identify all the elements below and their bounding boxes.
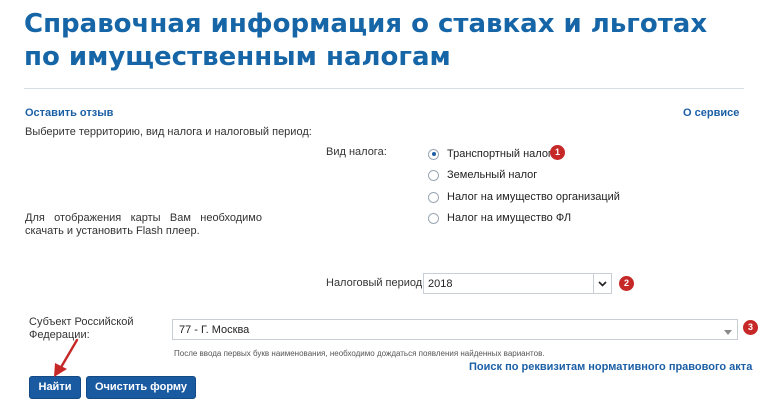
tax-type-label: Вид налога: [326,146,387,158]
form-instruction: Выберите территорию, вид налога и налого… [25,126,312,138]
annotation-badge-3: 3 [743,320,758,335]
annotation-badge-1: 1 [550,145,565,160]
period-value: 2018 [428,277,453,290]
dropdown-arrow-icon[interactable] [724,327,732,339]
subject-combobox[interactable]: 77 - Г. Москва [172,319,738,340]
feedback-link[interactable]: Оставить отзыв [25,107,113,119]
radio-org-property-tax[interactable]: Налог на имущество организаций [428,189,620,205]
radio-button[interactable] [428,191,439,203]
radio-label: Налог на имущество организаций [447,191,620,203]
radio-land-tax[interactable]: Земельный налог [428,167,537,183]
radio-personal-property-tax[interactable]: Налог на имущество ФЛ [428,210,571,226]
title-divider [24,88,744,89]
period-select[interactable]: 2018 [423,273,612,294]
radio-label: Налог на имущество ФЛ [447,212,572,224]
clear-form-button[interactable]: Очистить форму [86,376,196,399]
radio-label: Земельный налог [447,169,538,181]
period-label: Налоговый период: [326,277,426,289]
radio-transport-tax[interactable]: Транспортный налог [428,146,552,162]
radio-button[interactable] [428,148,439,160]
annotation-badge-2: 2 [619,276,634,291]
subject-value: 77 - Г. Москва [179,323,250,336]
annotation-arrow-icon [54,338,79,377]
about-link[interactable]: О сервисе [683,107,739,119]
radio-label: Транспортный налог [447,148,552,160]
subject-hint: После ввода первых букв наименования, не… [174,349,545,358]
search-by-requisites-link[interactable]: Поиск по реквизитам нормативного правово… [469,361,752,373]
chevron-down-icon[interactable] [593,274,611,293]
page-title: Справочная информация о ставках и льгота… [24,9,708,72]
flash-notice: Для отображения карты Вам необходимо ска… [25,212,262,237]
radio-button[interactable] [428,212,439,224]
radio-button[interactable] [428,169,439,181]
